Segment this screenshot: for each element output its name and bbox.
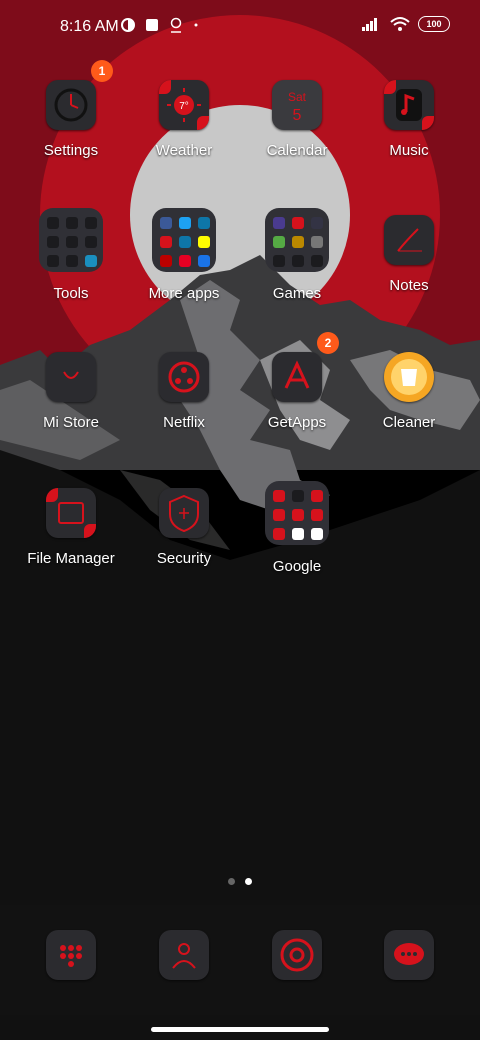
folder-games[interactable]: Games — [247, 208, 347, 302]
status-bar: 8:16 AM 100 — [0, 0, 480, 56]
notification-badge: 2 — [317, 332, 339, 354]
tools-folder-icon — [39, 208, 103, 272]
app-label: More apps — [148, 285, 220, 302]
page-dot-1[interactable] — [228, 878, 235, 885]
status-time: 8:16 AM — [60, 18, 119, 35]
app-label: File Manager — [27, 550, 115, 567]
contacts-icon — [159, 930, 209, 980]
system-icons: 100 — [362, 16, 450, 32]
app-calendar[interactable]: Sat 5 Calendar — [247, 80, 347, 159]
settings-icon — [46, 80, 96, 130]
app-netflix[interactable]: Netflix — [134, 352, 234, 431]
weather-icon: 7° — [159, 80, 209, 130]
app-label: Notes — [389, 277, 429, 294]
signal-icon — [362, 18, 377, 31]
calendar-date: 5 — [292, 107, 302, 124]
google-folder-icon — [265, 481, 329, 545]
app-label: Security — [156, 550, 212, 567]
app-cleaner[interactable]: Cleaner — [359, 352, 459, 431]
messages-icon — [384, 930, 434, 980]
app-label: Weather — [155, 142, 213, 159]
notification-badge: 1 — [91, 60, 113, 82]
app-label: Music — [389, 142, 429, 159]
getapps-icon — [272, 352, 322, 402]
calendar-day: Sat — [287, 90, 306, 104]
folder-more-apps[interactable]: More apps — [134, 208, 234, 302]
app-label: Settings — [43, 142, 99, 159]
app-getapps[interactable]: 2 GetApps — [247, 332, 347, 431]
app-notification-icon — [146, 19, 158, 31]
more-notifications-dot-icon — [194, 23, 198, 27]
home-indicator[interactable] — [151, 1027, 329, 1032]
app-label: Tools — [53, 285, 89, 302]
dock-browser[interactable] — [247, 930, 347, 980]
app-label: Games — [272, 285, 322, 302]
calendar-icon: Sat 5 — [272, 80, 322, 130]
wifi-icon — [390, 17, 410, 31]
notes-icon — [384, 215, 434, 265]
app-file-manager[interactable]: File Manager — [21, 488, 121, 567]
cleaner-icon — [384, 352, 434, 402]
app-label: Calendar — [266, 142, 328, 159]
page-indicator — [0, 878, 480, 885]
dialer-icon — [46, 930, 96, 980]
app-label: GetApps — [267, 414, 327, 431]
app-label: Netflix — [163, 414, 205, 431]
games-folder-icon — [265, 208, 329, 272]
page-dot-2[interactable] — [245, 878, 252, 885]
app-label: Cleaner — [382, 414, 436, 431]
shield-icon — [159, 488, 209, 538]
music-icon — [384, 80, 434, 130]
app-music[interactable]: Music — [359, 80, 459, 159]
app-label: Mi Store — [43, 414, 99, 431]
more-apps-folder-icon — [152, 208, 216, 272]
dock-contacts[interactable] — [134, 930, 234, 980]
app-notes[interactable]: Notes — [359, 215, 459, 294]
mi-store-bag-icon — [46, 352, 96, 402]
dock-dialer[interactable] — [21, 930, 121, 980]
netflix-icon — [159, 352, 209, 402]
dock-messages[interactable] — [359, 930, 459, 980]
app-security[interactable]: Security — [134, 488, 234, 567]
chrome-icon — [272, 930, 322, 980]
notification-icons — [121, 17, 199, 33]
app-label: Google — [272, 558, 322, 575]
data-saver-icon — [121, 18, 135, 32]
app-weather[interactable]: 7° Weather — [134, 80, 234, 159]
app-mi-store[interactable]: Mi Store — [21, 352, 121, 431]
battery-indicator: 100 — [418, 16, 450, 32]
weather-temp: 7° — [179, 101, 189, 112]
location-icon — [170, 17, 182, 33]
dock — [0, 905, 480, 1015]
folder-tools[interactable]: Tools — [21, 208, 121, 302]
folder-icon — [46, 488, 96, 538]
folder-google[interactable]: Google — [247, 481, 347, 575]
app-settings[interactable]: 1 Settings — [21, 60, 121, 159]
